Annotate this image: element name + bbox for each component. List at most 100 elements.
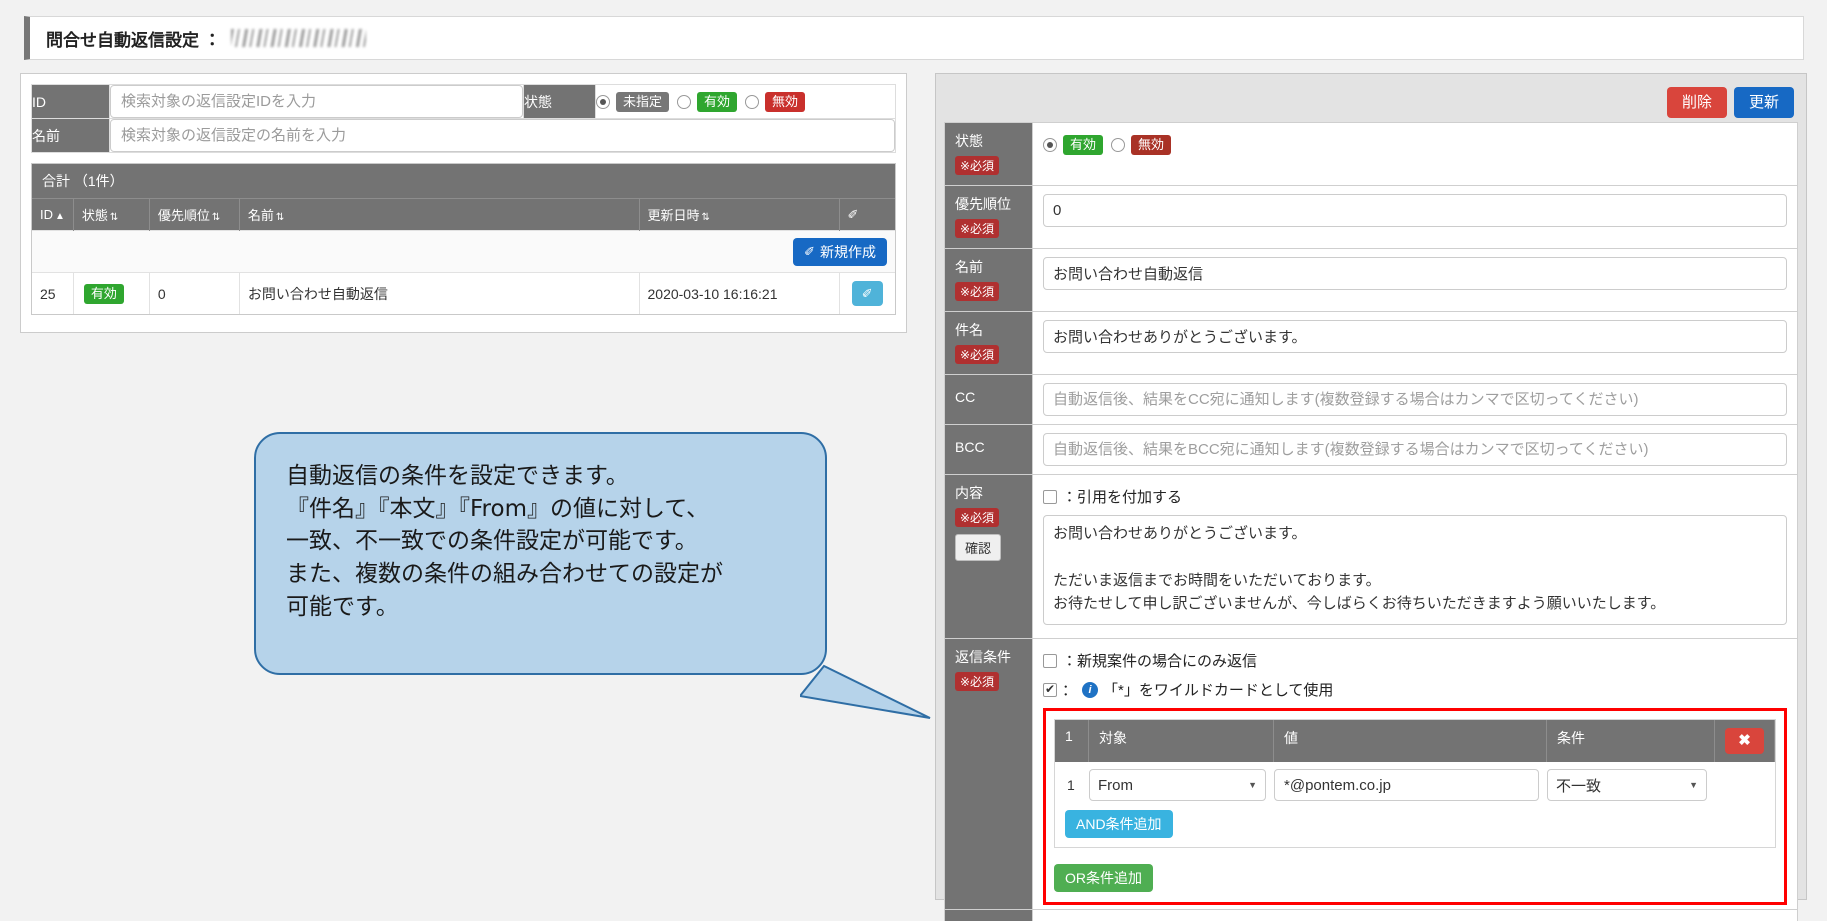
cc-input[interactable] <box>1043 383 1787 416</box>
form-row-priority: 優先順位 ※必須 <box>944 185 1798 249</box>
field-label-priority: 優先順位 ※必須 <box>944 185 1033 249</box>
quote-checkbox-label: ：引用を付加する <box>1062 489 1183 506</box>
field-value-body: ：引用を付加する お問い合わせありがとうございます。 ただいま返信までお時間をい… <box>1032 474 1798 639</box>
form-row-body: 内容 ※必須 確認 ：引用を付加する お問い合わせありがとうございます。 ただい… <box>944 474 1798 639</box>
search-name-input[interactable] <box>110 119 895 152</box>
field-label-name: 名前 ※必須 <box>944 248 1033 312</box>
col-state[interactable]: 状態 ⇅ <box>73 199 150 231</box>
close-icon[interactable]: ✖ <box>1725 728 1764 754</box>
new-create-button[interactable]: ✐ 新規作成 <box>793 237 887 266</box>
bcc-input[interactable] <box>1043 433 1787 466</box>
field-label-subject: 件名 ※必須 <box>944 311 1033 375</box>
form-row-reply-time: 返信時間 i 条件追加 <box>944 909 1798 921</box>
required-badge: ※必須 <box>955 508 1000 527</box>
radio-state-unspecified[interactable] <box>596 94 610 109</box>
field-value-reply-condition: ：新規案件の場合にのみ返信 ： i 「*」をワイルドカードとして使用 <box>1032 638 1798 910</box>
condition-row: 1 From ▼ *@pontem.co.jp 不一致 ▼ <box>1055 762 1775 808</box>
badge-unspecified: 未指定 <box>616 91 670 112</box>
required-badge: ※必須 <box>955 156 1000 175</box>
condition-highlight-box: 1 対象 値 条件 ✖ 1 From ▼ *@pontem.co.jp 不一致 … <box>1043 708 1787 905</box>
field-value-bcc <box>1032 424 1798 475</box>
field-label-body: 内容 ※必須 確認 <box>944 474 1033 639</box>
form-row-name: 名前 ※必須 <box>944 248 1798 312</box>
table-row[interactable]: 25 有効 0 お問い合わせ自動返信 2020-03-10 16:16:21 ✐ <box>32 272 895 314</box>
condition-col-condition: 条件 <box>1547 720 1715 762</box>
results-summary: 合計 （1件） <box>32 164 895 199</box>
condition-group-number: 1 <box>1055 720 1089 762</box>
page-title-bar: 問合せ自動返信設定 ： <box>24 16 1804 60</box>
search-panel: ID 状態 未指定 有効 無効 <box>20 73 907 333</box>
wildcard-checkbox[interactable] <box>1043 682 1057 697</box>
wildcard-checkbox-line[interactable]: ： i 「*」をワイルドカードとして使用 <box>1043 679 1787 700</box>
priority-input[interactable] <box>1043 194 1787 227</box>
delete-button[interactable]: 削除 <box>1666 86 1727 118</box>
condition-header-row: 1 対象 値 条件 ✖ <box>1055 720 1775 762</box>
cell-updated: 2020-03-10 16:16:21 <box>639 272 840 314</box>
col-priority[interactable]: 優先順位 ⇅ <box>149 199 240 231</box>
detail-form: 状態 ※必須 有効 無効 優先順位 ※必須 0 名前 ※必須 お問い合わせ自動返… <box>944 122 1798 921</box>
chevron-down-icon: ▼ <box>1248 780 1257 790</box>
field-value-name <box>1032 248 1798 312</box>
radio-detail-disabled[interactable] <box>1111 138 1126 152</box>
field-label-bcc: BCC <box>944 424 1033 475</box>
results-table: ID ▲ 状態 ⇅ 優先順位 ⇅ 名前 ⇅ 更新日時 ⇅ ✐ ✐ 新規作成 25… <box>32 199 895 314</box>
condition-group: 1 対象 値 条件 ✖ 1 From ▼ *@pontem.co.jp 不一致 … <box>1054 719 1776 848</box>
subject-input[interactable] <box>1043 320 1787 353</box>
form-row-state: 状態 ※必須 有効 無効 <box>944 122 1798 186</box>
quote-checkbox-line[interactable]: ：引用を付加する <box>1043 486 1787 507</box>
page-title: 問合せ自動返信設定 ： <box>46 30 221 50</box>
info-icon[interactable]: i <box>1082 681 1099 698</box>
status-badge: 有効 <box>83 283 124 304</box>
sort-both-icon: ⇅ <box>109 212 119 223</box>
create-button-cell: ✐ 新規作成 <box>32 230 895 273</box>
new-only-checkbox-line[interactable]: ：新規案件の場合にのみ返信 <box>1043 650 1787 671</box>
col-id[interactable]: ID ▲ <box>32 199 74 231</box>
radio-state-disabled[interactable] <box>745 94 760 109</box>
name-label: 名前 <box>31 118 110 153</box>
detail-state-radio-group: 有効 無効 <box>1043 131 1787 159</box>
condition-value-wrap <box>1274 769 1547 801</box>
field-label-state: 状態 ※必須 <box>944 122 1033 186</box>
name-input[interactable] <box>1043 257 1787 290</box>
add-and-condition-button[interactable]: AND条件追加 <box>1065 810 1173 838</box>
badge-enabled: 有効 <box>697 91 738 112</box>
search-id-input[interactable] <box>110 85 523 118</box>
chevron-down-icon: ▼ <box>1689 780 1698 790</box>
condition-operator-select[interactable]: 不一致 ▼ <box>1547 769 1707 801</box>
id-field-cell <box>109 84 524 119</box>
form-row-bcc: BCC <box>944 424 1798 475</box>
callout-balloon: 自動返信の条件を設定できます。 『件名』『本文』『From』の値に対して、 一致… <box>254 432 827 675</box>
radio-state-enabled[interactable] <box>677 94 692 109</box>
field-value-priority <box>1032 185 1798 249</box>
add-or-condition-button[interactable]: OR条件追加 <box>1054 864 1153 892</box>
row-edit-button[interactable]: ✐ <box>851 281 883 306</box>
condition-value-input[interactable] <box>1274 769 1539 801</box>
results-section: 合計 （1件） ID ▲ 状態 ⇅ 優先順位 ⇅ 名前 ⇅ 更新日時 ⇅ ✐ ✐… <box>31 163 896 315</box>
field-label-cc: CC <box>944 374 1033 425</box>
col-name[interactable]: 名前 ⇅ <box>239 199 640 231</box>
confirm-button[interactable]: 確認 <box>955 534 1002 561</box>
field-label-reply-time: 返信時間 <box>944 909 1033 921</box>
search-row-name: 名前 <box>31 118 896 153</box>
form-row-subject: 件名 ※必須 <box>944 311 1798 375</box>
search-row-id: ID 状態 未指定 有効 無効 <box>31 84 896 119</box>
body-textarea[interactable]: お問い合わせありがとうございます。 ただいま返信までお時間をいただいております。… <box>1043 515 1787 625</box>
required-badge: ※必須 <box>955 345 1000 364</box>
badge-detail-enabled: 有効 <box>1063 135 1104 155</box>
cell-id: 25 <box>32 272 74 314</box>
condition-col-value: 値 <box>1274 720 1547 762</box>
app-root: 問合せ自動返信設定 ： ID 状態 未指定 有効 <box>0 0 1827 921</box>
new-only-checkbox[interactable] <box>1043 653 1057 668</box>
pencil-icon: ✐ <box>804 244 815 259</box>
radio-detail-enabled[interactable] <box>1043 138 1057 152</box>
col-updated[interactable]: 更新日時 ⇅ <box>639 199 840 231</box>
sort-asc-icon: ▲ <box>55 211 65 222</box>
name-field-cell <box>109 118 896 153</box>
cell-edit: ✐ <box>839 272 895 314</box>
condition-target-select[interactable]: From ▼ <box>1089 769 1266 801</box>
cell-name: お問い合わせ自動返信 <box>239 272 640 314</box>
form-row-cc: CC <box>944 374 1798 425</box>
pencil-icon: ✐ <box>847 206 859 222</box>
update-button[interactable]: 更新 <box>1733 86 1794 118</box>
quote-checkbox[interactable] <box>1043 489 1057 504</box>
